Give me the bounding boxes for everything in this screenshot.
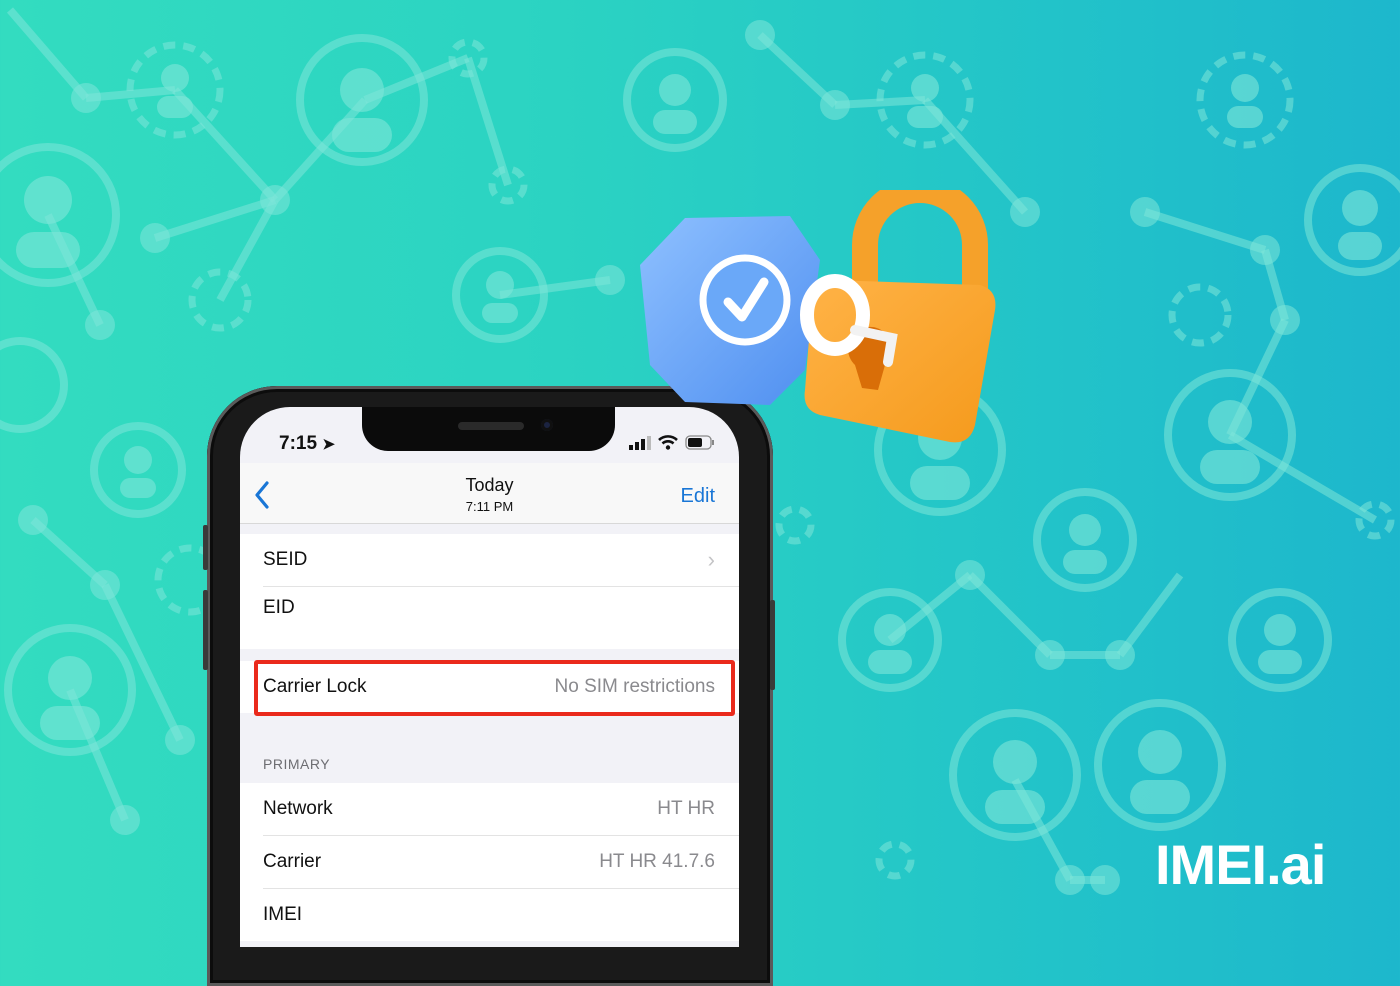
padlock-icon (804, 190, 996, 443)
nav-title: Today (465, 475, 514, 495)
carrier-lock-highlight-box (254, 660, 735, 716)
shield-check-icon (640, 216, 820, 405)
nav-subtitle: 7:11 PM (465, 499, 514, 514)
section-header-primary: PRIMARY (263, 756, 331, 772)
security-illustration (640, 190, 996, 443)
front-camera (541, 419, 553, 431)
location-arrow-icon: ➤ (322, 436, 335, 453)
status-bar-time: 7:15 ➤ (279, 433, 335, 454)
info-group-top: SEID › EID (240, 534, 739, 649)
phone-notch (362, 407, 615, 451)
edit-button[interactable]: Edit (681, 485, 715, 508)
navigation-bar: Today 7:11 PM Edit (240, 463, 739, 524)
list-item-carrier: Carrier HT HR 41.7.6 (263, 836, 739, 889)
phone-side-button (203, 525, 208, 570)
list-item-seid[interactable]: SEID › (263, 534, 739, 587)
list-item-eid: EID (263, 597, 295, 618)
imei-ai-logo: IMEI.ai (1155, 833, 1326, 896)
primary-group: Network HT HR Carrier HT HR 41.7.6 IMEI (240, 783, 739, 941)
speaker-grille (458, 422, 524, 430)
phone-side-button (203, 590, 208, 670)
list-item-imei: IMEI (263, 904, 303, 925)
chevron-right-icon: › (707, 547, 715, 572)
phone-side-button (770, 600, 775, 690)
list-item-network: Network HT HR (263, 783, 739, 836)
